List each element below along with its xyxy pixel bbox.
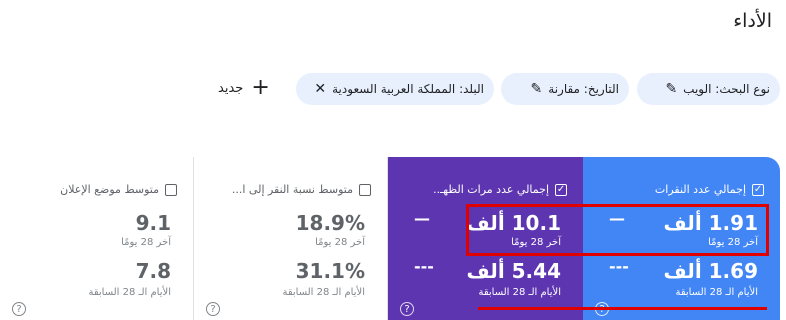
metric-label: متوسط موضع الإعلان	[60, 183, 159, 196]
metric-card-position[interactable]: متوسط موضع الإعلان 9.1 آخر 28 يومًا 7.8 …	[0, 157, 194, 320]
metric-period: آخر 28 يومًا	[315, 237, 365, 248]
metric-period: آخر 28 يومًا	[121, 237, 171, 248]
metric-header[interactable]: متوسط موضع الإعلان	[60, 183, 177, 196]
metric-label: إجمالي عدد النقرات	[654, 183, 746, 196]
metric-prev-period: الأيام الـ 28 السابقة	[478, 287, 561, 298]
trend-dash-prev: ---	[609, 257, 629, 276]
metric-prev-value: 5.44 ألف	[466, 259, 561, 283]
metric-prev-period: الأيام الـ 28 السابقة	[282, 287, 365, 298]
checkbox-checked-icon[interactable]: ✓	[555, 183, 567, 196]
help-icon[interactable]: ?	[400, 302, 414, 316]
metric-value: 18.9%	[295, 211, 365, 235]
metric-header[interactable]: ✓ إجمالي عدد النقرات	[655, 183, 764, 196]
filter-chip-date[interactable]: التاريخ: مقارنة ✎	[501, 73, 629, 105]
trend-dash: —	[414, 209, 430, 228]
metric-header[interactable]: متوسط نسبة النقر إلى ا...	[232, 183, 371, 196]
add-filter-label: جديد	[218, 80, 244, 96]
help-icon[interactable]: ?	[12, 302, 26, 316]
filter-chip-label: نوع البحث: الويب	[683, 82, 770, 96]
checkbox-unchecked-icon[interactable]	[165, 183, 177, 196]
edit-icon[interactable]: ✎	[665, 81, 677, 97]
metric-prev-value: 31.1%	[295, 259, 365, 283]
metric-label: إجمالي عدد مرات الظهـ..	[433, 183, 549, 196]
metric-prev-value: 7.8	[135, 259, 171, 283]
filter-chip-label: البلد: المملكة العربية السعودية	[332, 82, 484, 96]
metric-label: متوسط نسبة النقر إلى ا...	[231, 183, 353, 196]
close-icon[interactable]: ✕	[314, 81, 326, 97]
filter-chip-search-type[interactable]: نوع البحث: الويب ✎	[637, 73, 780, 105]
help-icon[interactable]: ?	[206, 302, 220, 316]
add-filter-button[interactable]: جديد +	[218, 74, 270, 102]
plus-icon: +	[251, 75, 270, 100]
annotation-highlight-box	[466, 204, 769, 256]
metric-header[interactable]: ✓ إجمالي عدد مرات الظهـ..	[433, 183, 567, 196]
filter-chip-country[interactable]: البلد: المملكة العربية السعودية ✕	[296, 73, 494, 105]
metric-prev-value: 1.69 ألف	[663, 259, 758, 283]
filter-chip-label: التاريخ: مقارنة	[548, 82, 619, 96]
page-title: الأداء	[733, 10, 772, 32]
checkbox-unchecked-icon[interactable]	[359, 183, 371, 196]
metric-card-ctr[interactable]: متوسط نسبة النقر إلى ا... 18.9% آخر 28 ي…	[194, 157, 388, 320]
checkbox-checked-icon[interactable]: ✓	[752, 183, 764, 196]
metric-prev-period: الأيام الـ 28 السابقة	[88, 287, 171, 298]
metric-value: 9.1	[135, 211, 171, 235]
metric-prev-period: الأيام الـ 28 السابقة	[675, 287, 758, 298]
edit-icon[interactable]: ✎	[531, 81, 543, 97]
trend-dash-prev: ---	[414, 257, 434, 276]
annotation-underline	[478, 307, 767, 310]
